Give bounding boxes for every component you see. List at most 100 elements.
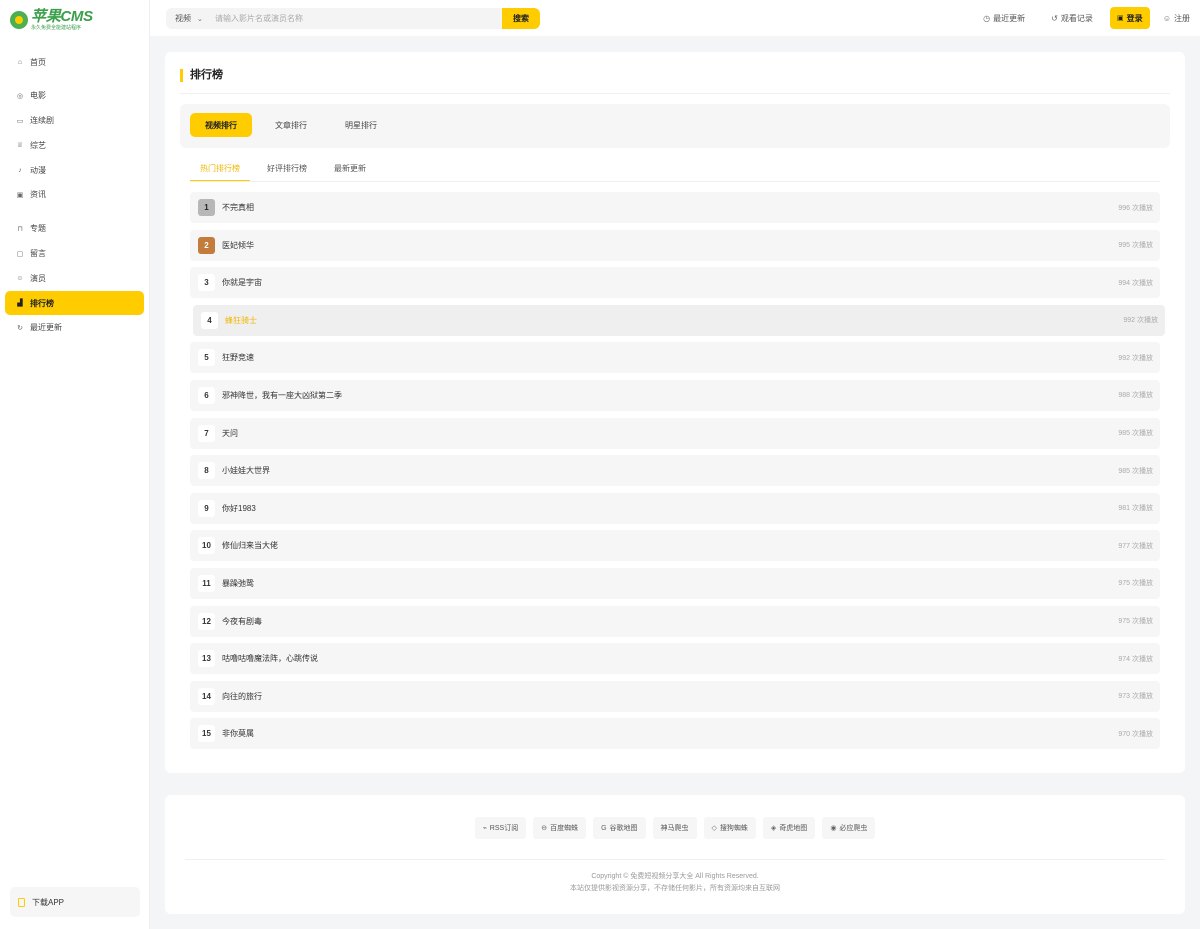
rank-number: 4 (201, 311, 218, 329)
rank-row[interactable]: 2 医妃倾华 995 次播放 (190, 229, 1160, 261)
search-input[interactable] (215, 8, 502, 29)
download-app-label: 下载APP (32, 897, 65, 907)
login-button[interactable]: ▣ 登录 (1109, 7, 1150, 29)
tv-icon: ▭ (16, 117, 24, 125)
rank-title[interactable]: 暴躁弛鸷 (222, 578, 254, 589)
rank-title[interactable]: 向往的旅行 (222, 691, 262, 702)
subtab-0[interactable]: 热门排行榜 (190, 160, 250, 182)
rank-row[interactable]: 4 蜂狂骑士 992 次播放 (193, 304, 1165, 336)
footer-link-label: 必应爬虫 (839, 825, 868, 832)
rank-row[interactable]: 1 不完真相 996 次播放 (190, 192, 1160, 223)
sidebar-item-label: 资讯 (30, 190, 46, 200)
sidebar-item-4[interactable]: ♪ 动漫 (5, 158, 144, 182)
rank-title[interactable]: 邪神降世，我有一座大凶狱第二季 (222, 390, 342, 401)
rank-number: 1 (198, 199, 215, 216)
footer-link-2[interactable]: G 谷歌地图 (593, 817, 646, 839)
sidebar-item-label: 电影 (30, 91, 46, 101)
message-icon: ▢ (16, 250, 24, 258)
sidebar-nav: ⌂ 首页 ◎ 电影 ▭ 连续剧 ♕ 综艺 ♪ 动漫 ▣ 资讯 ⊓ 专题 ▢ 留言 ☺ 演员 ▟ 排行榜 ↻ 最近更新 (0, 50, 149, 340)
sogou-icon: ◇ (711, 825, 717, 832)
rank-title[interactable]: 今夜有剧毒 (222, 616, 262, 627)
footer-link-label: 奇虎地图 (779, 825, 808, 832)
register-link[interactable]: ☺ 注册 (1163, 13, 1190, 24)
sidebar-item-7[interactable]: ▢ 留言 (5, 242, 144, 266)
rank-row[interactable]: 9 你好1983 981 次播放 (190, 492, 1160, 524)
rank-row[interactable]: 11 暴躁弛鸷 975 次播放 (190, 567, 1160, 599)
play-count: 975 次播放 (1118, 618, 1153, 626)
footer-link-label: 谷歌地图 (609, 825, 638, 832)
divider (185, 859, 1165, 860)
rank-title[interactable]: 小娃娃大世界 (222, 465, 270, 476)
sidebar-item-3[interactable]: ♕ 综艺 (5, 133, 144, 157)
rank-row[interactable]: 15 非你莫属 970 次播放 (190, 718, 1160, 750)
rank-row[interactable]: 5 狂野竞速 992 次播放 (190, 342, 1160, 374)
rank-title[interactable]: 修仙归来当大佬 (222, 540, 278, 551)
footer-link-1[interactable]: ⊖ 百度蜘蛛 (533, 817, 587, 839)
play-count: 994 次播放 (1118, 279, 1153, 287)
footer-link-3[interactable]: 神马爬虫 (652, 817, 697, 839)
rank-title[interactable]: 不完真相 (222, 202, 254, 213)
rank-title[interactable]: 非你莫属 (222, 728, 254, 739)
sidebar-item-8[interactable]: ☺ 演员 (5, 266, 144, 290)
logo-title: 苹果CMS (31, 8, 93, 25)
watch-history-link[interactable]: ↺ 观看记录 (1051, 13, 1093, 24)
rank-title[interactable]: 天问 (222, 428, 238, 439)
rank-row[interactable]: 10 修仙归来当大佬 977 次播放 (190, 530, 1160, 562)
download-app-button[interactable]: 下载APP (10, 887, 140, 917)
rank-row[interactable]: 7 天问 985 次播放 (190, 417, 1160, 449)
search-button[interactable]: 搜索 (502, 8, 540, 29)
rank-row[interactable]: 8 小娃娃大世界 985 次播放 (190, 455, 1160, 487)
footer-link-5[interactable]: ◈ 奇虎地图 (762, 817, 816, 839)
subtab-1[interactable]: 好评排行榜 (257, 160, 317, 182)
apple-logo-icon (10, 11, 28, 29)
rank-title[interactable]: 蜂狂骑士 (225, 315, 257, 326)
divider (190, 181, 1160, 182)
ranking-subtabs: 热门排行榜 好评排行榜 最新更新 (190, 160, 383, 182)
anime-icon: ♪ (18, 166, 22, 174)
footer-link-4[interactable]: ◇ 搜狗蜘蛛 (703, 817, 756, 839)
sidebar-item-5[interactable]: ▣ 资讯 (5, 183, 144, 207)
sidebar-item-2[interactable]: ▭ 连续剧 (5, 109, 144, 133)
sidebar-item-1[interactable]: ◎ 电影 (5, 84, 144, 108)
rank-title[interactable]: 你好1983 (222, 503, 256, 514)
ranking-card: 排行榜 视频排行 文章排行 明星排行 热门排行榜 好评排行榜 最新更新 1 不完真相 996… (165, 52, 1185, 773)
tab-1[interactable]: 文章排行 (260, 113, 322, 137)
rank-row[interactable]: 13 咕噜咕噜魔法阵，心跳传说 974 次播放 (190, 643, 1160, 675)
rank-number: 15 (198, 725, 215, 743)
tab-2[interactable]: 明星排行 (330, 113, 392, 137)
sidebar-item-6[interactable]: ⊓ 专题 (5, 217, 144, 241)
copyright-line-1: Copyright © 免费短视频分享大全 All Rights Reserve… (591, 873, 759, 880)
rank-row[interactable]: 6 邪神降世，我有一座大凶狱第二季 988 次播放 (190, 379, 1160, 411)
tab-0[interactable]: 视频排行 (190, 113, 252, 137)
footer-link-6[interactable]: ◉ 必应爬虫 (822, 817, 876, 839)
search-type-select[interactable]: 视频 ⌄ (166, 13, 215, 24)
sidebar-item-label: 最近更新 (30, 323, 62, 333)
film-icon: ◎ (16, 92, 24, 100)
baidu-icon: ⊖ (541, 825, 548, 832)
rank-number: 12 (198, 612, 215, 630)
sidebar-item-10[interactable]: ↻ 最近更新 (5, 316, 144, 340)
rank-title[interactable]: 你就是宇宙 (222, 277, 262, 288)
search-bar: 视频 ⌄ 搜索 (166, 8, 540, 29)
rank-number: 3 (198, 274, 215, 292)
sidebar-item-0[interactable]: ⌂ 首页 (5, 50, 144, 74)
rank-row[interactable]: 14 向往的旅行 973 次播放 (190, 680, 1160, 712)
rank-number: 14 (198, 687, 215, 705)
footer-link-0[interactable]: ⌁ RSS订阅 (474, 817, 527, 839)
user-icon: ☺ (16, 274, 24, 282)
subtab-2[interactable]: 最新更新 (324, 160, 376, 182)
rank-list: 1 不完真相 996 次播放 2 医妃倾华 995 次播放 3 你就是宇宙 994 次播放 4 蜂狂… (190, 192, 1165, 756)
recent-updates-link[interactable]: ◷ 最近更新 (983, 13, 1025, 24)
rank-row[interactable]: 12 今夜有剧毒 975 次播放 (190, 605, 1160, 637)
top-header: 视频 ⌄ 搜索 ◷ 最近更新 ↺ 观看记录 ▣ 登录 ☺ 注册 (150, 0, 1200, 36)
rank-title[interactable]: 咕噜咕噜魔法阵，心跳传说 (222, 653, 318, 664)
rank-row[interactable]: 3 你就是宇宙 994 次播放 (190, 267, 1160, 299)
rank-title[interactable]: 狂野竞速 (222, 352, 254, 363)
footer-link-label: RSS订阅 (489, 825, 519, 832)
header-actions: ◷ 最近更新 ↺ 观看记录 ▣ 登录 ☺ 注册 (957, 7, 1190, 29)
site-logo[interactable]: 苹果CMS 永久免费全能建站程序 (0, 0, 149, 40)
chart-icon: ▟ (17, 300, 23, 308)
sidebar-item-9[interactable]: ▟ 排行榜 (5, 291, 144, 316)
rank-title[interactable]: 医妃倾华 (222, 240, 254, 251)
